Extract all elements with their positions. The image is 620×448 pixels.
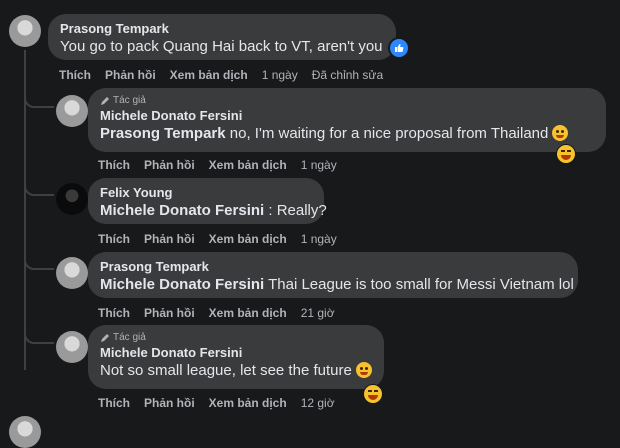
squinting-tongue-emoji-icon (556, 144, 576, 164)
thread-connector (24, 176, 54, 196)
author-badge: Tác giả (100, 95, 594, 106)
reply-text: Prasong Tempark no, I'm waiting for a ni… (100, 124, 594, 144)
like-button[interactable]: Thích (98, 306, 130, 320)
winking-tongue-emoji-icon (355, 362, 372, 378)
reply-author[interactable]: Michele Donato Fersini (100, 345, 372, 361)
reply-bubble: Felix Young Michele Donato Fersini : Rea… (88, 178, 327, 224)
like-icon[interactable] (388, 37, 410, 59)
edited-label: Đã chỉnh sửa (311, 68, 384, 82)
author-badge: Tác giả (100, 332, 372, 343)
reply-bubble: Prasong Tempark Michele Donato Fersini T… (88, 252, 578, 298)
reply-button[interactable]: Phản hồi (144, 232, 195, 246)
translate-button[interactable]: Xem bản dịch (209, 232, 287, 246)
reply-author[interactable]: Prasong Tempark (100, 259, 566, 275)
reply-actions: Thích Phản hồi Xem bản dịch 12 giờ (98, 396, 335, 410)
reply-text: Not so small league, let see the future (100, 361, 372, 381)
comment-actions: Thích Phản hồi Xem bản dịch 1 ngày Đã ch… (59, 68, 383, 82)
like-button[interactable]: Thích (98, 232, 130, 246)
reply-actions: Thích Phản hồi Xem bản dịch 1 ngày (98, 232, 337, 246)
mention-link[interactable]: Michele Donato Fersini (100, 276, 264, 293)
reply-button[interactable]: Phản hồi (144, 306, 195, 320)
grinning-tongue-emoji-icon (552, 125, 569, 141)
thread-connector (24, 250, 54, 270)
translate-button[interactable]: Xem bản dịch (209, 396, 287, 410)
comment-text: You go to pack Quang Hai back to VT, are… (60, 38, 383, 55)
translate-button[interactable]: Xem bản dịch (170, 68, 248, 82)
avatar[interactable] (9, 416, 41, 448)
pencil-icon (101, 333, 109, 342)
reply-author[interactable]: Michele Donato Fersini (100, 108, 594, 124)
like-button[interactable]: Thích (98, 158, 130, 172)
translate-button[interactable]: Xem bản dịch (209, 306, 287, 320)
reply-button[interactable]: Phản hồi (144, 396, 195, 410)
mention-link[interactable]: Prasong Tempark (100, 125, 226, 142)
timestamp[interactable]: 1 ngày (301, 232, 337, 246)
reply-button[interactable]: Phản hồi (105, 68, 156, 82)
avatar[interactable] (56, 331, 88, 363)
reply-actions: Thích Phản hồi Xem bản dịch 1 ngày (98, 158, 337, 172)
mention-link[interactable]: Michele Donato Fersini (100, 202, 264, 219)
like-button[interactable]: Thích (98, 396, 130, 410)
translate-button[interactable]: Xem bản dịch (209, 158, 287, 172)
reply-text: Michele Donato Fersini Thai League is to… (100, 276, 574, 293)
timestamp[interactable]: 1 ngày (301, 158, 337, 172)
timestamp[interactable]: 12 giờ (301, 396, 335, 410)
reply-bubble: Tác giả Michele Donato Fersini Prasong T… (88, 88, 606, 152)
comment-bubble: Prasong Tempark You go to pack Quang Hai… (48, 14, 396, 60)
like-button[interactable]: Thích (59, 68, 91, 82)
thread-connector (24, 324, 54, 344)
thread-connector (24, 88, 54, 108)
avatar[interactable] (9, 15, 41, 47)
avatar[interactable] (56, 257, 88, 289)
reply-actions: Thích Phản hồi Xem bản dịch 21 giờ (98, 306, 335, 320)
avatar[interactable] (56, 95, 88, 127)
reply-bubble: Tác giả Michele Donato Fersini Not so sm… (88, 325, 384, 389)
reply-text: Michele Donato Fersini : Really? (100, 202, 327, 219)
timestamp[interactable]: 1 ngày (262, 68, 298, 82)
timestamp[interactable]: 21 giờ (301, 306, 335, 320)
squinting-tongue-emoji-icon (363, 384, 383, 404)
pencil-icon (101, 96, 109, 105)
comment-author[interactable]: Prasong Tempark (60, 21, 384, 37)
reply-author[interactable]: Felix Young (100, 185, 312, 201)
reply-button[interactable]: Phản hồi (144, 158, 195, 172)
avatar[interactable] (56, 183, 88, 215)
